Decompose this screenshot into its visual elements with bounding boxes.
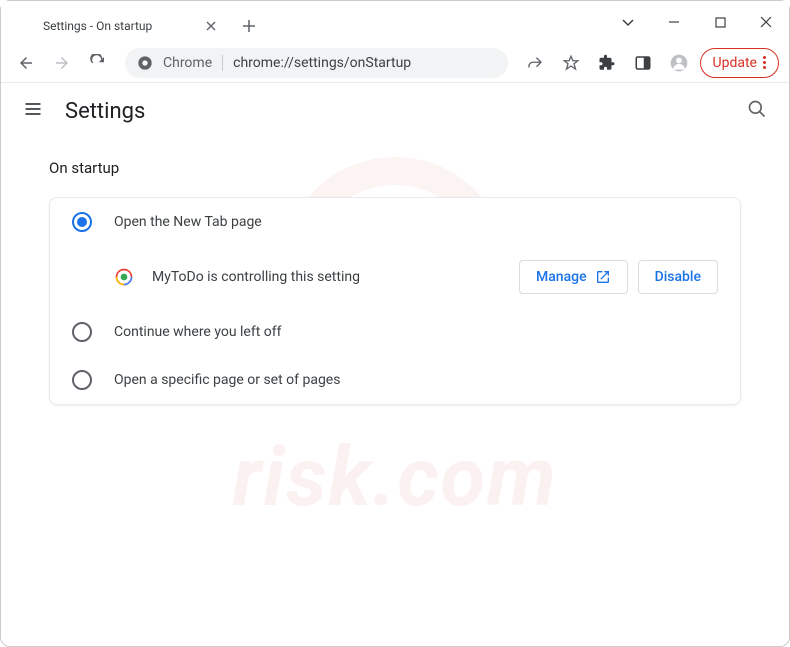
- disable-label: Disable: [655, 269, 701, 285]
- radio-label: Continue where you left off: [114, 324, 282, 340]
- titlebar: Settings - On startup: [1, 1, 789, 43]
- page-title: Settings: [65, 99, 145, 124]
- update-button[interactable]: Update: [700, 48, 779, 78]
- radio-label: Open a specific page or set of pages: [114, 372, 340, 388]
- radio-label: Open the New Tab page: [114, 214, 262, 230]
- startup-card: Open the New Tab page MyToDo is controll…: [49, 197, 741, 405]
- address-bar[interactable]: Chrome chrome://settings/onStartup: [125, 48, 508, 78]
- window-controls: [605, 1, 789, 43]
- disable-button[interactable]: Disable: [638, 260, 718, 294]
- minimize-button[interactable]: [651, 1, 697, 43]
- chrome-icon: [137, 55, 153, 71]
- manage-label: Manage: [536, 269, 587, 285]
- chevron-down-icon[interactable]: [605, 1, 651, 43]
- close-icon[interactable]: [203, 18, 219, 34]
- sidepanel-icon[interactable]: [628, 48, 658, 78]
- extension-notice: MyToDo is controlling this setting Manag…: [50, 246, 740, 308]
- tab-title: Settings - On startup: [43, 19, 203, 33]
- profile-icon[interactable]: [664, 48, 694, 78]
- manage-button[interactable]: Manage: [519, 260, 628, 294]
- maximize-button[interactable]: [697, 1, 743, 43]
- gear-icon: [19, 18, 35, 34]
- radio-selected-icon: [72, 212, 92, 232]
- divider: [222, 55, 223, 71]
- new-tab-button[interactable]: [235, 12, 263, 40]
- share-icon[interactable]: [520, 48, 550, 78]
- hamburger-icon[interactable]: [23, 99, 43, 123]
- star-icon[interactable]: [556, 48, 586, 78]
- option-new-tab[interactable]: Open the New Tab page: [50, 198, 740, 246]
- extension-message: MyToDo is controlling this setting: [152, 269, 519, 285]
- option-specific-pages[interactable]: Open a specific page or set of pages: [50, 356, 740, 404]
- update-label: Update: [713, 55, 757, 71]
- search-icon[interactable]: [747, 99, 767, 123]
- open-external-icon: [595, 269, 611, 285]
- settings-header: Settings: [1, 83, 789, 139]
- toolbar: Chrome chrome://settings/onStartup Updat…: [1, 43, 789, 83]
- content-area: On startup Open the New Tab page MyToDo …: [1, 139, 789, 425]
- extension-app-icon: [114, 267, 134, 287]
- close-button[interactable]: [743, 1, 789, 43]
- reload-button[interactable]: [83, 48, 113, 78]
- extensions-icon[interactable]: [592, 48, 622, 78]
- menu-dots-icon: [763, 56, 766, 69]
- browser-tab[interactable]: Settings - On startup: [9, 9, 229, 43]
- forward-button[interactable]: [47, 48, 77, 78]
- radio-icon: [72, 370, 92, 390]
- omnibox-prefix: Chrome: [163, 55, 212, 71]
- option-continue[interactable]: Continue where you left off: [50, 308, 740, 356]
- back-button[interactable]: [11, 48, 41, 78]
- section-title: On startup: [49, 159, 741, 177]
- omnibox-url: chrome://settings/onStartup: [233, 55, 411, 71]
- watermark-text: risk.com: [233, 430, 558, 526]
- radio-icon: [72, 322, 92, 342]
